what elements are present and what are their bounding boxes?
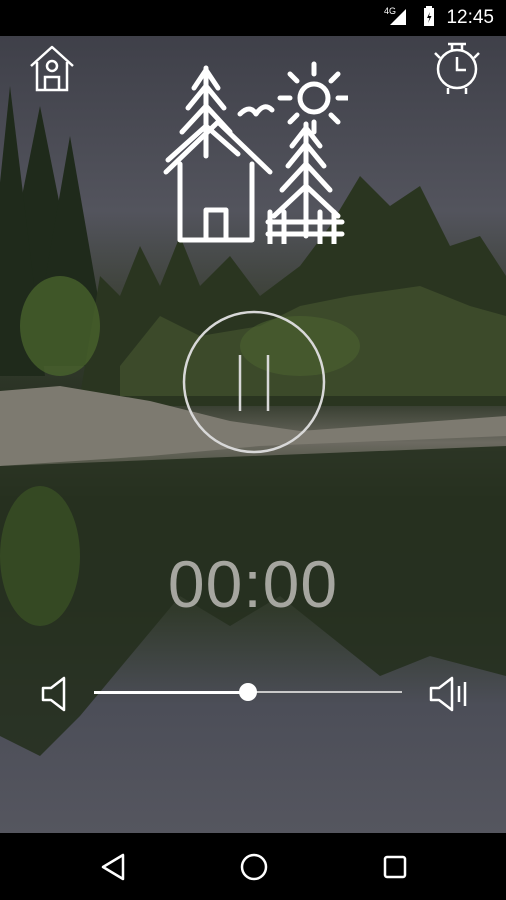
volume-high-icon xyxy=(429,676,467,712)
play-pause-button[interactable] xyxy=(182,310,326,454)
status-clock: 12:45 xyxy=(446,7,494,28)
volume-slider-fill xyxy=(94,691,248,694)
volume-low-button[interactable] xyxy=(40,675,70,713)
app-logo xyxy=(160,60,351,247)
nav-recent-button[interactable] xyxy=(379,851,411,883)
alarm-clock-icon xyxy=(434,42,480,94)
background-scene: 00:00 xyxy=(0,36,506,833)
status-indicators: 4G 12:45 xyxy=(384,0,494,36)
home-icon xyxy=(30,45,74,92)
elapsed-timer: 00:00 xyxy=(167,547,339,621)
back-icon xyxy=(101,853,125,881)
recent-apps-icon xyxy=(383,855,407,879)
battery-icon xyxy=(422,5,436,32)
cabin-forest-logo xyxy=(163,61,351,247)
network-type-label: 4G xyxy=(384,6,396,16)
volume-slider[interactable] xyxy=(94,683,402,701)
home-circle-icon xyxy=(240,853,268,881)
system-nav-bar xyxy=(0,833,506,900)
volume-low-icon xyxy=(41,676,66,712)
pause-icon xyxy=(182,310,326,454)
nav-home-button[interactable] xyxy=(237,850,271,884)
nav-back-button[interactable] xyxy=(98,851,130,883)
home-button[interactable] xyxy=(26,42,78,94)
signal-icon: 4G xyxy=(384,5,412,32)
status-bar: 4G 12:45 xyxy=(0,0,506,36)
sleep-timer-button[interactable] xyxy=(432,42,482,96)
volume-slider-thumb[interactable] xyxy=(239,683,257,701)
volume-high-button[interactable] xyxy=(428,675,470,713)
